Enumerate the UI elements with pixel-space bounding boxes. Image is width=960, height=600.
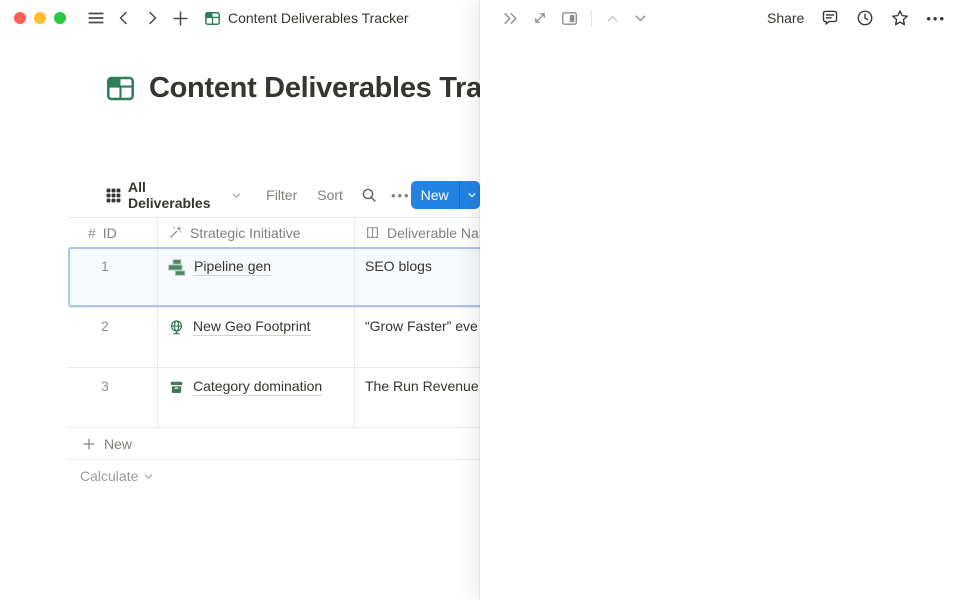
page-link[interactable]: Category domination: [193, 378, 322, 396]
minimize-window-button[interactable]: [34, 12, 46, 24]
pipeline-bars-icon: [168, 259, 186, 276]
cell-strategic-initiative[interactable]: New Geo Footprint: [158, 308, 355, 367]
cell-id[interactable]: 1: [68, 248, 158, 307]
cell-strategic-initiative[interactable]: Pipeline gen: [158, 248, 355, 307]
previous-record-icon[interactable]: [605, 11, 620, 26]
hamburger-menu-icon[interactable]: [84, 6, 108, 30]
chevron-down-icon: [231, 190, 242, 201]
window-controls: [14, 12, 66, 24]
more-options-icon[interactable]: •••: [926, 11, 946, 26]
zoom-window-button[interactable]: [54, 12, 66, 24]
share-button[interactable]: Share: [767, 10, 804, 26]
window-topbar: Content Deliverables Tracker: [0, 0, 480, 36]
toolbar-divider: [591, 10, 592, 26]
comments-icon[interactable]: [821, 9, 839, 27]
globe-icon: [168, 319, 185, 336]
column-label: Strategic Initiative: [190, 225, 301, 241]
cell-id[interactable]: 2: [68, 308, 158, 367]
archive-icon: [168, 379, 185, 396]
expand-icon[interactable]: [532, 10, 548, 26]
plus-icon: [82, 437, 96, 451]
view-bar: All Deliverables Filter Sort ••• New: [105, 180, 480, 210]
tab-title: Content Deliverables Tracker: [228, 10, 409, 26]
new-row-label: New: [104, 436, 132, 452]
text-icon: [365, 225, 380, 240]
search-icon[interactable]: [361, 187, 377, 203]
new-record-button[interactable]: New: [411, 181, 480, 209]
view-more-icon[interactable]: •••: [391, 188, 411, 203]
column-header-id[interactable]: # ID: [68, 218, 158, 247]
page-table-icon-large[interactable]: [105, 73, 136, 104]
page-link[interactable]: New Geo Footprint: [193, 318, 311, 336]
close-window-button[interactable]: [14, 12, 26, 24]
forward-button[interactable]: [140, 6, 164, 30]
page-link[interactable]: Pipeline gen: [194, 258, 271, 276]
column-label: ID: [103, 225, 117, 241]
column-header-strategic-initiative[interactable]: Strategic Initiative: [158, 218, 355, 247]
peek-topbar: Share •••: [480, 0, 960, 36]
new-button-label[interactable]: New: [411, 181, 459, 209]
back-button[interactable]: [112, 6, 136, 30]
new-button-chevron-icon[interactable]: [459, 181, 480, 209]
new-tab-button[interactable]: [168, 6, 192, 30]
filter-button[interactable]: Filter: [266, 187, 297, 203]
side-peek-icon[interactable]: [561, 10, 578, 27]
wand-icon: [168, 225, 183, 240]
open-as-page-icon[interactable]: [502, 10, 519, 27]
table-view-icon: [105, 187, 122, 204]
next-record-icon[interactable]: [633, 11, 648, 26]
page-table-icon: [204, 10, 221, 27]
hash-icon: #: [88, 226, 96, 240]
calculate-label: Calculate: [80, 468, 138, 484]
current-tab[interactable]: Content Deliverables Tracker: [204, 10, 409, 27]
page-header: Content Deliverables Tracker: [105, 72, 540, 105]
view-tab-all-deliverables[interactable]: All Deliverables: [105, 179, 242, 211]
sort-button[interactable]: Sort: [317, 187, 343, 203]
view-name: All Deliverables: [128, 179, 225, 211]
cell-strategic-initiative[interactable]: Category domination: [158, 368, 355, 427]
cell-id[interactable]: 3: [68, 368, 158, 427]
chevron-down-icon: [143, 471, 154, 482]
updates-clock-icon[interactable]: [856, 9, 874, 27]
record-peek-panel: Share ••• Pipeline gen Deliverable: [480, 0, 960, 600]
favorite-star-icon[interactable]: [891, 9, 909, 27]
